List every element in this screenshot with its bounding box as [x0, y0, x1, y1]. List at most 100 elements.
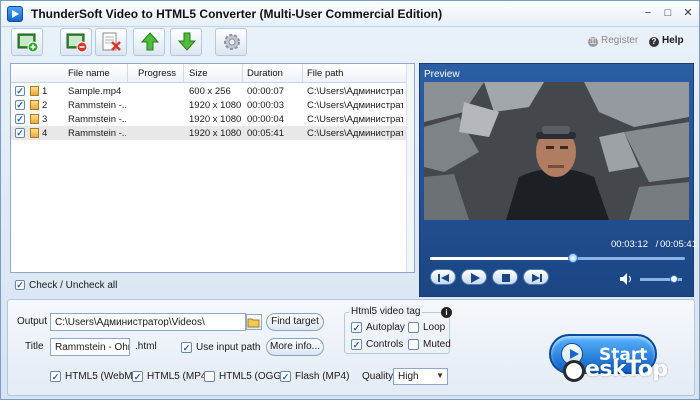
column-size[interactable]: Size — [189, 68, 207, 79]
register-label: Register — [601, 35, 639, 46]
video-frame-image — [424, 82, 689, 220]
volume-icon[interactable] — [620, 273, 634, 285]
chevron-down-icon: ▼ — [436, 371, 444, 380]
stop-button[interactable] — [492, 269, 518, 285]
muted-label: Muted — [423, 339, 451, 350]
more-info-button[interactable]: More info... — [266, 338, 324, 356]
row-duration: 00:00:04 — [247, 114, 284, 125]
video-preview-frame — [424, 82, 689, 220]
title-bar: ThunderSoft Video to HTML5 Converter (Mu… — [1, 1, 699, 27]
vertical-scrollbar[interactable] — [406, 64, 414, 272]
quality-label: Quality — [362, 371, 394, 382]
controls-checkbox[interactable]: ✓ — [351, 339, 362, 350]
row-file-path: C:\Users\Администрато — [307, 128, 403, 139]
format-ogg-label: HTML5 (OGG) — [219, 371, 285, 382]
title-field[interactable]: Rammstein - Ohne Di — [50, 338, 130, 356]
autoplay-checkbox[interactable]: ✓ — [351, 322, 362, 333]
muted-checkbox[interactable] — [408, 339, 419, 350]
browse-folder-button[interactable] — [246, 314, 262, 330]
check-all-checkbox[interactable]: ✓ — [15, 280, 25, 290]
skip-back-icon — [438, 274, 449, 282]
output-path-field[interactable]: C:\Users\Администратор\Videos\ — [50, 313, 246, 331]
column-divider — [183, 64, 184, 83]
title-extension: .html — [135, 341, 157, 352]
seek-progress — [430, 257, 573, 260]
move-down-button[interactable] — [170, 28, 202, 56]
watermark-circle-icon — [563, 360, 585, 382]
row-checkbox[interactable]: ✓ — [15, 114, 25, 124]
column-file-name[interactable]: File name — [68, 68, 110, 79]
register-link[interactable]: ⚿ Register — [588, 35, 638, 47]
use-input-path-label: Use input path — [196, 342, 261, 353]
format-webm-checkbox[interactable]: ✓ — [50, 371, 61, 382]
previous-frame-button[interactable] — [430, 269, 456, 285]
table-row[interactable]: ✓ 4 Rammstein -... 1920 x 1080 00:05:41 … — [11, 126, 406, 140]
format-mp4-checkbox[interactable]: ✓ — [132, 371, 143, 382]
row-checkbox[interactable]: ✓ — [15, 128, 25, 138]
minimize-button[interactable]: − — [639, 5, 657, 21]
maximize-button[interactable]: □ — [659, 5, 677, 21]
preview-panel: Preview 00:03:12 / 00:05:41 — [419, 63, 697, 297]
row-file-path: C:\Users\Администрато — [307, 86, 403, 97]
watermark-text: eskTop — [585, 357, 668, 382]
row-duration: 00:05:41 — [247, 128, 284, 139]
total-time: 00:05:41 — [660, 239, 697, 250]
close-button[interactable]: ✕ — [679, 5, 697, 21]
column-progress[interactable]: Progress — [138, 68, 176, 79]
row-file-path: C:\Users\Администрато — [307, 100, 403, 111]
video-file-icon — [30, 86, 39, 96]
next-frame-button[interactable] — [523, 269, 549, 285]
table-row[interactable]: ✓ 1 Sample.mp4 600 x 256 00:00:07 C:\Use… — [11, 84, 406, 98]
row-duration: 00:00:07 — [247, 86, 284, 97]
row-file-name: Rammstein -... — [68, 114, 126, 125]
folder-icon — [247, 318, 260, 328]
output-label: Output — [17, 316, 48, 327]
format-flash-checkbox[interactable]: ✓ — [280, 371, 291, 382]
help-icon: ? — [649, 37, 659, 47]
volume-slider[interactable] — [640, 275, 682, 283]
table-row[interactable]: ✓ 3 Rammstein -... 1920 x 1080 00:00:04 … — [11, 112, 406, 126]
quality-select[interactable]: High ▼ — [393, 368, 448, 385]
row-file-name: Rammstein -... — [68, 100, 126, 111]
add-video-button[interactable] — [11, 28, 43, 56]
play-icon — [471, 273, 480, 283]
current-time: 00:03:12 — [611, 239, 648, 250]
column-file-path[interactable]: File path — [307, 68, 343, 79]
file-list[interactable]: File name Progress Size Duration File pa… — [10, 63, 415, 273]
row-checkbox[interactable]: ✓ — [15, 100, 25, 110]
table-row[interactable]: ✓ 2 Rammstein -... 1920 x 1080 00:00:03 … — [11, 98, 406, 112]
column-duration[interactable]: Duration — [247, 68, 283, 79]
play-button[interactable] — [461, 269, 487, 285]
app-logo-icon — [7, 6, 23, 22]
help-label: Help — [662, 35, 684, 46]
info-icon[interactable]: i — [441, 307, 452, 318]
loop-checkbox[interactable] — [408, 322, 419, 333]
controls-label: Controls — [366, 339, 404, 350]
file-list-header: File name Progress Size Duration File pa… — [11, 64, 414, 83]
seek-handle[interactable] — [567, 253, 578, 263]
help-link[interactable]: ? Help — [649, 35, 684, 47]
row-file-path: C:\Users\Администрато — [307, 114, 403, 125]
remove-video-button[interactable] — [60, 28, 92, 56]
row-number: 2 — [42, 100, 48, 111]
format-ogg-checkbox[interactable] — [204, 371, 215, 382]
format-webm-label: HTML5 (WebM) — [65, 371, 136, 382]
html5-video-tag-group: Html5 video tag i ✓ Autoplay Loop ✓ Cont… — [344, 306, 452, 354]
use-input-path-checkbox[interactable]: ✓ — [181, 342, 192, 353]
row-size: 1920 x 1080 — [189, 100, 242, 111]
move-down-icon — [177, 32, 197, 51]
move-up-icon — [140, 32, 160, 51]
column-divider — [302, 64, 303, 83]
find-target-button[interactable]: Find target — [266, 313, 324, 331]
move-up-button[interactable] — [133, 28, 165, 56]
settings-button[interactable] — [215, 28, 247, 56]
volume-handle[interactable] — [669, 275, 678, 283]
row-number: 1 — [42, 86, 48, 97]
key-icon: ⚿ — [588, 37, 598, 47]
video-file-icon — [30, 100, 39, 110]
clear-list-button[interactable] — [95, 28, 127, 56]
row-size: 1920 x 1080 — [189, 114, 242, 125]
seek-bar[interactable] — [430, 253, 685, 263]
row-checkbox[interactable]: ✓ — [15, 86, 25, 96]
title-label: Title — [25, 341, 44, 352]
